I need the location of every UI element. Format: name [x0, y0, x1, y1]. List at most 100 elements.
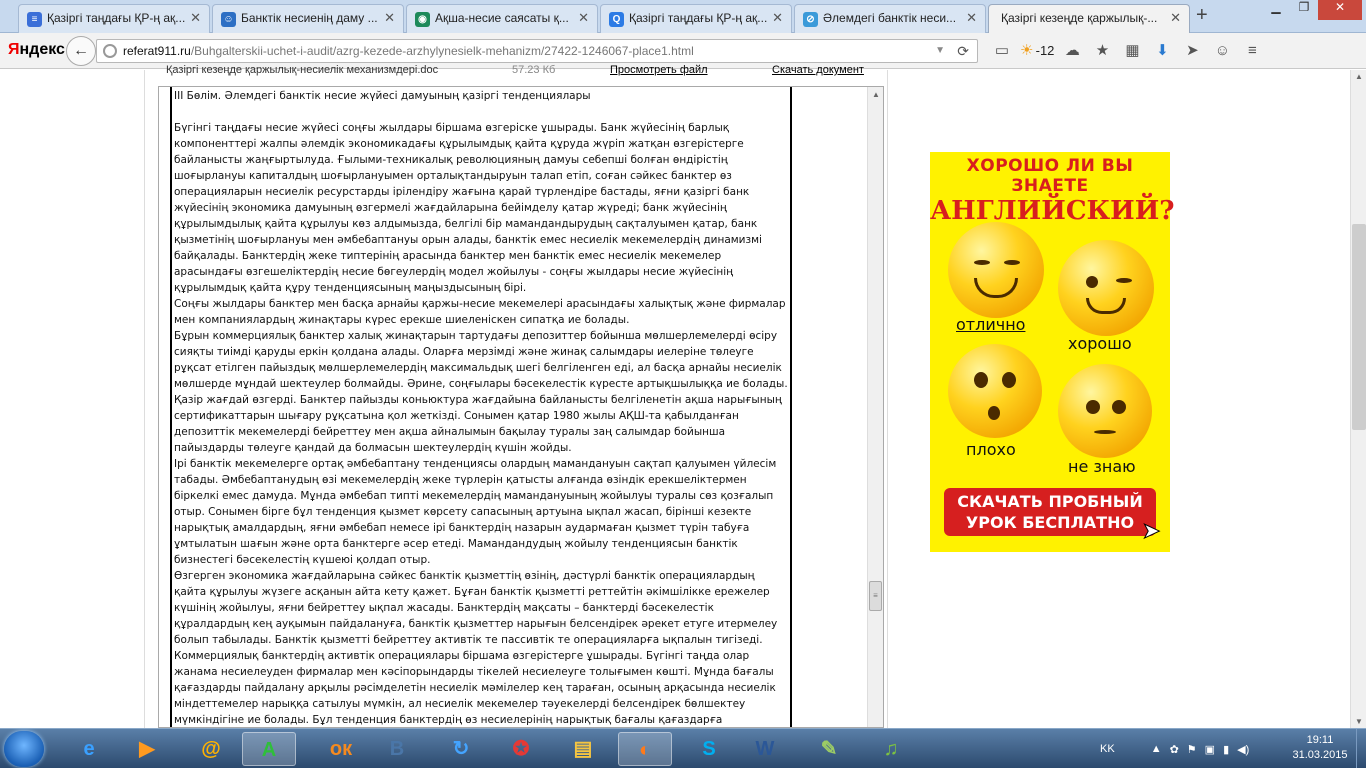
clock-time: 19:11 — [1306, 734, 1334, 746]
file-name: Қазіргі кезеңде қаржылық-несиелік механи… — [166, 64, 439, 76]
network-icon[interactable]: ▮ — [1223, 743, 1229, 756]
tab-close-icon[interactable]: ✕ — [190, 10, 201, 26]
folder-icon[interactable]: ▤ — [556, 732, 610, 766]
tab-close-icon[interactable]: ✕ — [966, 10, 977, 26]
browser-tab-1[interactable]: ≡ Қазіргі таңдағы ҚР-ң ақ... ✕ — [18, 4, 210, 33]
scroll-up-icon[interactable]: ▲ — [868, 87, 883, 103]
document-scroll-thumb[interactable]: ≡ — [869, 581, 882, 611]
start-button[interactable] — [4, 731, 44, 767]
smiley-good-icon — [1058, 240, 1154, 336]
page-scroll-thumb[interactable] — [1352, 224, 1366, 430]
document-text-area: ІІІ Бөлім. Әлемдегі банктік несие жүйесі… — [170, 87, 792, 727]
minimize-icon[interactable]: ▁ — [1262, 0, 1290, 20]
weather-widget[interactable]: ☀ -12 — [1020, 39, 1054, 63]
scroll-up-icon[interactable]: ▲ — [1351, 72, 1366, 81]
browser-tab-4[interactable]: Q Қазіргі таңдағы ҚР-ң ақ... ✕ — [600, 4, 792, 33]
smile-icon[interactable]: ☺ — [1210, 39, 1234, 63]
site-favicon-icon: ⊘ — [803, 12, 818, 27]
show-desktop-button[interactable] — [1356, 729, 1366, 768]
window-controls: ▁ ❐ ✕ — [1262, 0, 1362, 20]
download-document-link[interactable]: Скачать документ — [772, 64, 864, 76]
document-viewer[interactable]: ІІІ Бөлім. Әлемдегі банктік несие жүйесі… — [158, 86, 884, 728]
tab-close-icon[interactable]: ✕ — [578, 10, 589, 26]
url-host: referat911.ru — [123, 44, 191, 58]
media-player-icon[interactable]: ▶ — [120, 732, 174, 766]
page-scrollbar[interactable]: ▲ ▼ — [1350, 70, 1366, 728]
tab-label: Қазіргі таңдағы ҚР-ң ақ... — [629, 11, 768, 25]
tab-close-icon[interactable]: ✕ — [1170, 10, 1181, 26]
url-dropdown-icon[interactable]: ▼ — [935, 40, 945, 62]
volume-icon[interactable]: ◀) — [1237, 743, 1249, 756]
internet-explorer-icon[interactable]: e — [62, 732, 116, 766]
site-favicon-icon: ≡ — [27, 12, 42, 27]
english-course-ad[interactable]: ХОРОШО ЛИ ВЫ ЗНАЕТЕ АНГЛИЙСКИЙ? отлично … — [930, 152, 1175, 552]
tab-label: Ақша-несие саясаты қ... — [435, 11, 569, 25]
yandex-logo[interactable]: Яндекс — [8, 41, 65, 59]
weather-temp: -12 — [1035, 43, 1055, 58]
tab-close-icon[interactable]: ✕ — [384, 10, 395, 26]
document-text: ІІІ Бөлім. Әлемдегі банктік несие жүйесі… — [172, 87, 790, 727]
bookmark-star-icon[interactable]: ★ — [1090, 39, 1114, 63]
smiley-bad-icon — [948, 344, 1042, 438]
close-window-icon[interactable]: ✕ — [1318, 0, 1362, 20]
paint-icon[interactable]: ✎ — [802, 732, 856, 766]
language-indicator[interactable]: KK — [1100, 743, 1115, 755]
skype-icon[interactable]: S — [682, 732, 736, 766]
vk-icon[interactable]: В — [370, 732, 424, 766]
music-icon[interactable]: ♫ — [864, 732, 918, 766]
menu-icon[interactable]: ≡ — [1240, 39, 1264, 63]
tray-monitor-icon[interactable]: ▣ — [1205, 743, 1215, 756]
mail-agent-icon[interactable]: @ — [184, 732, 238, 766]
globe-icon — [103, 44, 117, 58]
caption-excellent: отлично — [956, 315, 1026, 334]
send-icon[interactable]: ➤ — [1180, 39, 1204, 63]
restore-icon[interactable]: ❐ — [1290, 0, 1318, 20]
site-favicon-icon: ☺ — [221, 12, 236, 27]
firefox-icon[interactable]: ◐ — [618, 732, 672, 766]
tab-close-icon[interactable]: ✕ — [772, 10, 783, 26]
file-info-bar: Қазіргі кезеңде қаржылық-несиелік механи… — [160, 64, 880, 80]
document-heading: ІІІ Бөлім. Әлемдегі банктік несие жүйесі… — [174, 90, 591, 102]
browser-tab-2[interactable]: ☺ Банктік несиенің даму ... ✕ — [212, 4, 404, 33]
toolbar-icons: ▭ ☀ -12 ☁ ★ ▦ ⬇ ➤ ☺ ≡ — [990, 39, 1264, 63]
reload-icon[interactable]: ⟳ — [957, 40, 969, 62]
cloud-icon[interactable]: ☁ — [1060, 39, 1084, 63]
url-path: /Buhgalterskii-uchet-i-audit/azrg-kezede… — [190, 44, 694, 58]
new-tab-button[interactable]: + — [1196, 4, 1208, 27]
document-paragraph: Бүгінгі таңдағы несие жүйесі соңғы жылда… — [174, 122, 762, 294]
smiley-excellent-icon — [948, 222, 1044, 318]
weather-sun-icon: ☀ — [1020, 42, 1034, 59]
activity-icon[interactable]: A — [242, 732, 296, 766]
action-center-flag-icon[interactable]: ⚑ — [1187, 743, 1197, 756]
tray-app-icon[interactable]: ✿ — [1170, 743, 1179, 756]
file-size: 57.23 Кб — [512, 64, 556, 76]
scroll-down-icon[interactable]: ▼ — [1351, 717, 1366, 726]
back-button[interactable]: ← — [66, 36, 96, 66]
document-scrollbar[interactable]: ▲ ≡ — [867, 87, 883, 727]
tab-label: Банктік несиенің даму ... — [241, 11, 378, 25]
ad-button-line-1: СКАЧАТЬ ПРОБНЫЙ — [957, 492, 1143, 511]
caption-good: хорошо — [1068, 334, 1132, 353]
odnoklassniki-icon[interactable]: ок — [314, 732, 368, 766]
ad-headline-2: АНГЛИЙСКИЙ? — [930, 196, 1175, 226]
tray-expand-icon[interactable]: ▲ — [1151, 743, 1162, 755]
smiley-unsure-icon — [1058, 364, 1152, 458]
download-icon[interactable]: ⬇ — [1150, 39, 1174, 63]
download-trial-lesson-button[interactable]: СКАЧАТЬ ПРОБНЫЙ УРОК БЕСПЛАТНО — [944, 488, 1156, 536]
word-icon[interactable]: W — [738, 732, 792, 766]
view-file-link[interactable]: Просмотреть файл — [610, 64, 708, 76]
document-paragraph: Бұрын коммерциялық банктер халық жинақта… — [174, 330, 788, 454]
tab-label: Әлемдегі банктік неси... — [823, 11, 957, 25]
browser-tab-5[interactable]: ⊘ Әлемдегі банктік неси... ✕ — [794, 4, 986, 33]
browser-tab-active[interactable]: Қазіргі кезеңде қаржылық-... ✕ — [988, 4, 1190, 34]
ad-headline-1: ХОРОШО ЛИ ВЫ ЗНАЕТЕ — [966, 156, 1134, 196]
reading-list-icon[interactable]: ▦ — [1120, 39, 1144, 63]
ad-button-line-2: УРОК БЕСПЛАТНО — [965, 513, 1135, 532]
taskbar-clock[interactable]: 19:11 31.03.2015 — [1290, 733, 1350, 763]
tools-icon[interactable]: ✪ — [494, 732, 548, 766]
address-bar[interactable]: referat911.ru/Buhgalterskii-uchet-i-audi… — [96, 39, 978, 63]
refresh-app-icon[interactable]: ↻ — [434, 732, 488, 766]
tableau-icon[interactable]: ▭ — [990, 39, 1014, 63]
browser-tab-3[interactable]: ◉ Ақша-несие саясаты қ... ✕ — [406, 4, 598, 33]
document-paragraph: Ірі банктік мекемелерге ортақ әмбебаптан… — [174, 458, 777, 566]
